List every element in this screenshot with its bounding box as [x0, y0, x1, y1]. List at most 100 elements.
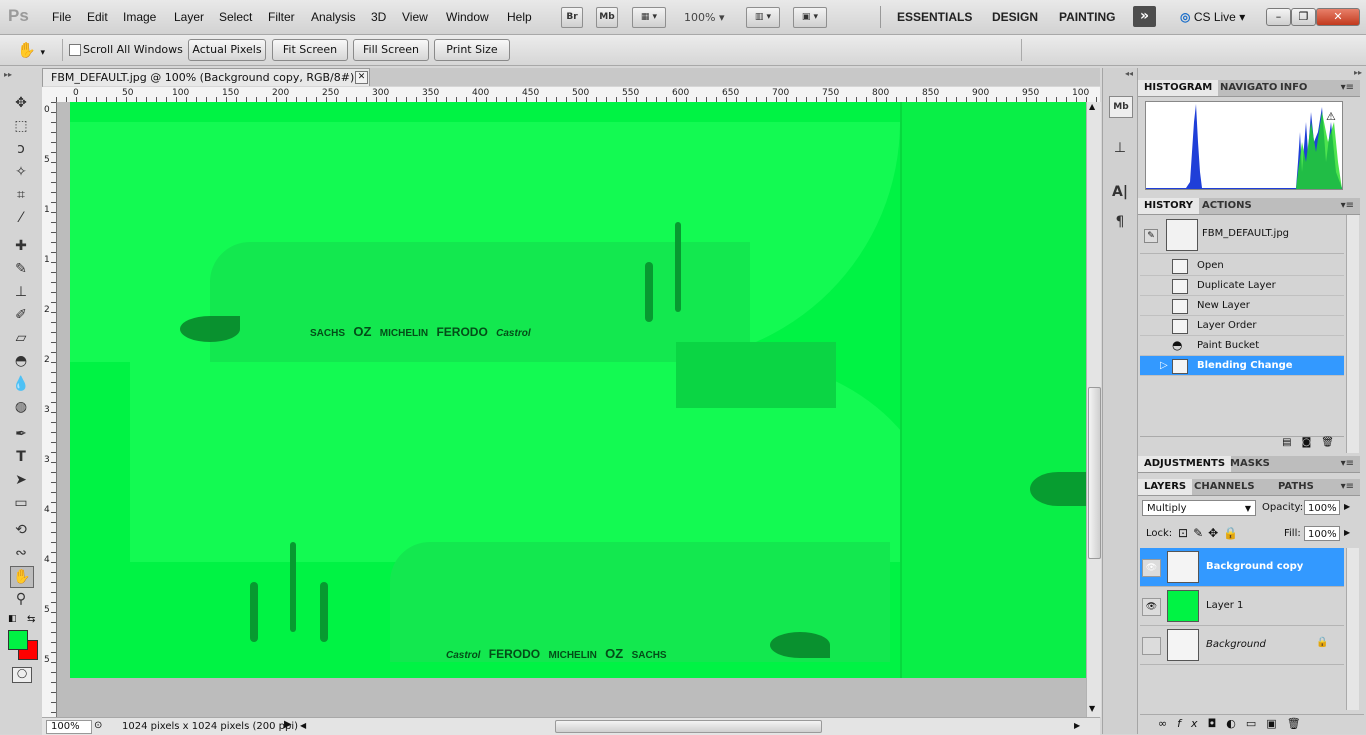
- cs-live-menu[interactable]: ◎ CS Live ▾: [1180, 10, 1245, 24]
- tab-layers[interactable]: LAYERS: [1138, 479, 1193, 495]
- menu-analysis[interactable]: Analysis: [311, 10, 356, 24]
- menu-help[interactable]: Help: [507, 10, 532, 24]
- tab-history[interactable]: HISTORY: [1138, 198, 1200, 214]
- warning-icon[interactable]: ⚠: [1326, 110, 1336, 123]
- actual-pixels-button[interactable]: Actual Pixels: [188, 39, 266, 61]
- tab-adjustments[interactable]: ADJUSTMENTS: [1138, 456, 1232, 472]
- lasso-tool-icon[interactable]: ↄ: [10, 139, 32, 159]
- collapse-panels-icon[interactable]: ▸▸: [1354, 68, 1362, 77]
- layer-row-background-copy[interactable]: 👁 Background copy: [1140, 548, 1344, 587]
- minibridge-button[interactable]: Mb: [596, 7, 618, 28]
- trash-icon[interactable]: 🗑: [1321, 437, 1344, 448]
- quick-select-tool-icon[interactable]: ✧: [10, 162, 32, 182]
- fx-icon[interactable]: fx: [1177, 717, 1207, 730]
- layer-row-background[interactable]: 👁 Background 🔒: [1140, 626, 1344, 665]
- clone-source-panel-icon[interactable]: ⊥: [1109, 138, 1131, 158]
- lock-pixels-icon[interactable]: ✎: [1193, 526, 1208, 540]
- menu-select[interactable]: Select: [219, 10, 252, 24]
- status-menu-arrow-icon[interactable]: ▶: [284, 719, 292, 730]
- print-size-button[interactable]: Print Size: [434, 39, 510, 61]
- collapse-strip-icon[interactable]: ◂◂: [1125, 69, 1133, 78]
- menu-filter[interactable]: Filter: [268, 10, 295, 24]
- adjustment-layer-icon[interactable]: ◐: [1226, 717, 1246, 730]
- shape-tool-icon[interactable]: ▭: [10, 493, 32, 513]
- tab-actions[interactable]: ACTIONS: [1196, 198, 1258, 214]
- history-item[interactable]: Layer Order: [1140, 316, 1344, 336]
- history-item-current[interactable]: ▷ Blending Change: [1140, 356, 1344, 376]
- panel-menu-icon[interactable]: ▾≡: [1341, 198, 1354, 213]
- tab-channels[interactable]: CHANNELS: [1188, 479, 1261, 495]
- history-item[interactable]: Open: [1140, 256, 1344, 276]
- move-tool-icon[interactable]: ✥: [10, 93, 32, 113]
- extras-dropdown[interactable]: ▦ ▾: [632, 7, 666, 28]
- scroll-left-icon[interactable]: ◀: [300, 721, 306, 730]
- folder-icon[interactable]: ▭: [1246, 717, 1266, 730]
- tab-info[interactable]: INFO: [1274, 80, 1313, 96]
- history-snapshot[interactable]: ✎ FBM_DEFAULT.jpg: [1140, 215, 1344, 254]
- vertical-scroll-thumb[interactable]: [1088, 387, 1101, 559]
- paint-bucket-tool-icon[interactable]: ◓: [10, 351, 32, 371]
- history-item[interactable]: ◓ Paint Bucket: [1140, 336, 1344, 356]
- fill-input[interactable]: 100%: [1304, 526, 1340, 541]
- foreground-color-swatch[interactable]: [8, 630, 28, 650]
- layer-row-layer-1[interactable]: 👁 Layer 1: [1140, 587, 1344, 626]
- path-select-tool-icon[interactable]: ➤: [10, 470, 32, 490]
- layers-scrollbar[interactable]: [1346, 548, 1359, 710]
- collapse-toolbox-icon[interactable]: ▸▸: [4, 70, 12, 79]
- workspace-painting[interactable]: PAINTING: [1059, 10, 1115, 24]
- history-item[interactable]: New Layer: [1140, 296, 1344, 316]
- panel-menu-icon[interactable]: ▾≡: [1341, 456, 1354, 471]
- history-scrollbar[interactable]: [1346, 215, 1359, 453]
- zoom-level-dropdown[interactable]: 100% ▾: [684, 11, 724, 24]
- menu-layer[interactable]: Layer: [174, 10, 204, 24]
- marquee-tool-icon[interactable]: ⬚: [10, 116, 32, 136]
- type-tool-icon[interactable]: T: [10, 447, 32, 467]
- zoom-tool-icon[interactable]: ⚲: [10, 589, 32, 609]
- lock-transparency-icon[interactable]: ⊡: [1178, 526, 1193, 540]
- scroll-up-icon[interactable]: ▲: [1089, 102, 1095, 111]
- link-icon[interactable]: ∞: [1158, 717, 1177, 730]
- snapshot-brush-icon[interactable]: ✎: [1144, 229, 1158, 243]
- stamp-tool-icon[interactable]: ⊥: [10, 282, 32, 302]
- opacity-slider-arrow-icon[interactable]: ▶: [1344, 502, 1350, 511]
- vertical-scrollbar[interactable]: ▲ ▼: [1086, 102, 1101, 717]
- eye-icon[interactable]: 👁: [1142, 598, 1161, 616]
- eye-icon[interactable]: 👁: [1142, 559, 1161, 577]
- add-mask-icon[interactable]: ◘: [1208, 717, 1227, 730]
- workspace-design[interactable]: DESIGN: [992, 10, 1038, 24]
- menu-edit[interactable]: Edit: [87, 10, 108, 24]
- tool-preset-picker[interactable]: ✋ ▾: [17, 40, 55, 60]
- snapshot-camera-icon[interactable]: ◙: [1302, 437, 1322, 448]
- opacity-input[interactable]: 100%: [1304, 500, 1340, 515]
- tab-navigator[interactable]: NAVIGATO: [1214, 80, 1283, 96]
- tab-masks[interactable]: MASKS: [1224, 456, 1276, 472]
- vertical-ruler[interactable]: 0 5 1 1 2 2 3 3 4 4 5 5: [42, 102, 57, 717]
- brush-tool-icon[interactable]: ✎: [10, 259, 32, 279]
- quick-mask-icon[interactable]: ◯: [12, 667, 32, 683]
- scroll-down-icon[interactable]: ▼: [1089, 704, 1095, 713]
- crop-tool-icon[interactable]: ⌗: [10, 185, 32, 205]
- history-item[interactable]: Duplicate Layer: [1140, 276, 1344, 296]
- scroll-all-windows-checkbox[interactable]: [69, 44, 81, 56]
- document-tab[interactable]: FBM_DEFAULT.jpg @ 100% (Background copy,…: [42, 68, 370, 86]
- 3d-rotate-tool-icon[interactable]: ⟲: [10, 520, 32, 540]
- menu-3d[interactable]: 3D: [371, 10, 386, 24]
- new-layer-icon[interactable]: ▣: [1266, 717, 1286, 730]
- eraser-tool-icon[interactable]: ▱: [10, 328, 32, 348]
- screen-mode-dropdown[interactable]: ▣ ▾: [793, 7, 827, 28]
- workspace-essentials[interactable]: ESSENTIALS: [897, 10, 972, 24]
- fill-screen-button[interactable]: Fill Screen: [353, 39, 429, 61]
- blur-tool-icon[interactable]: 💧: [10, 374, 32, 394]
- eyedropper-tool-icon[interactable]: ⁄: [10, 208, 32, 228]
- tab-histogram[interactable]: HISTOGRAM: [1138, 80, 1219, 96]
- 3d-orbit-tool-icon[interactable]: ∾: [10, 543, 32, 563]
- history-brush-tool-icon[interactable]: ✐: [10, 305, 32, 325]
- horizontal-scroll-thumb[interactable]: [555, 720, 822, 733]
- character-panel-icon[interactable]: A|: [1109, 182, 1131, 202]
- restore-button[interactable]: ❐: [1291, 8, 1316, 26]
- menu-file[interactable]: File: [52, 10, 71, 24]
- horizontal-ruler[interactable]: 0 50 100 150 200 250 300 350 400 450 500…: [56, 87, 1100, 103]
- fill-slider-arrow-icon[interactable]: ▶: [1344, 528, 1350, 537]
- new-document-icon[interactable]: ▤: [1282, 437, 1301, 448]
- hand-tool-icon[interactable]: ✋: [10, 566, 34, 588]
